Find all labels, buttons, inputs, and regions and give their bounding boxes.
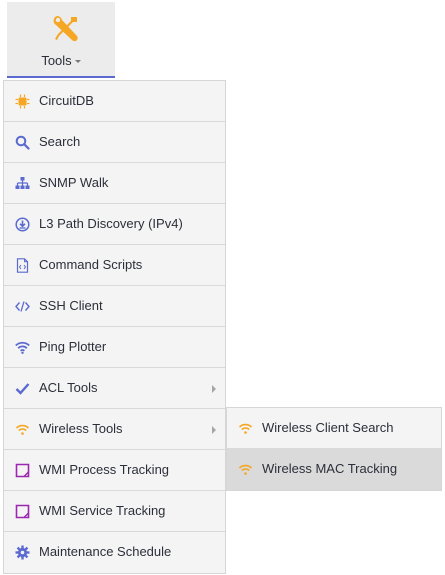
menu-item-label: Wireless Tools (39, 421, 123, 436)
menu-item-label: WMI Service Tracking (39, 503, 166, 518)
tools-menu-button[interactable]: Tools (7, 2, 115, 78)
menu-item-l3-path-discovery[interactable]: L3 Path Discovery (IPv4) (4, 204, 225, 245)
menu-item-label: CircuitDB (39, 93, 94, 108)
script-file-icon (15, 258, 30, 273)
wireless-icon (238, 421, 253, 436)
submenu-item-wireless-client-search[interactable]: Wireless Client Search (227, 408, 441, 449)
tools-tab-label: Tools (7, 53, 115, 68)
menu-item-ssh-client[interactable]: SSH Client (4, 286, 225, 327)
download-circle-icon (15, 217, 30, 232)
menu-item-circuitdb[interactable]: CircuitDB (4, 81, 225, 122)
wireless-icon (238, 462, 253, 477)
tools-label: Tools (41, 53, 72, 68)
menu-item-label: Ping Plotter (39, 339, 107, 354)
wireless-icon (15, 422, 30, 437)
menu-item-label: Maintenance Schedule (39, 544, 172, 559)
menu-item-label: Command Scripts (39, 257, 143, 272)
wireless-tools-submenu: Wireless Client Search Wireless MAC Trac… (226, 407, 442, 491)
wmi-service-icon (15, 504, 30, 519)
chevron-right-icon (212, 385, 216, 393)
wifi-icon (15, 340, 30, 355)
menu-item-command-scripts[interactable]: Command Scripts (4, 245, 225, 286)
caret-down-icon (74, 60, 81, 64)
submenu-item-wireless-mac-tracking[interactable]: Wireless MAC Tracking (227, 449, 441, 490)
menu-item-acl-tools[interactable]: ACL Tools (4, 368, 225, 409)
code-icon (15, 299, 30, 314)
menu-item-maintenance-schedule[interactable]: Maintenance Schedule (4, 532, 225, 573)
submenu-item-label: Wireless MAC Tracking (262, 461, 398, 476)
check-icon (15, 381, 30, 396)
menu-item-label: SNMP Walk (39, 175, 109, 190)
menu-item-label: Search (39, 134, 81, 149)
submenu-item-label: Wireless Client Search (262, 420, 394, 435)
search-icon (15, 135, 30, 150)
menu-item-label: L3 Path Discovery (IPv4) (39, 216, 183, 231)
chip-icon (15, 94, 30, 109)
tools-dropdown-menu: CircuitDB Search SNMP Walk L3 Path Disco… (3, 80, 226, 574)
menu-item-label: SSH Client (39, 298, 103, 313)
menu-item-snmp-walk[interactable]: SNMP Walk (4, 163, 225, 204)
gear-icon (15, 545, 30, 560)
wmi-process-icon (15, 463, 30, 478)
menu-item-ping-plotter[interactable]: Ping Plotter (4, 327, 225, 368)
menu-item-label: ACL Tools (39, 380, 98, 395)
chevron-right-icon (212, 426, 216, 434)
menu-item-search[interactable]: Search (4, 122, 225, 163)
menu-item-wmi-service-tracking[interactable]: WMI Service Tracking (4, 491, 225, 532)
menu-item-label: WMI Process Tracking (39, 462, 170, 477)
menu-item-wmi-process-tracking[interactable]: WMI Process Tracking (4, 450, 225, 491)
tools-icon (51, 13, 81, 43)
menu-item-wireless-tools[interactable]: Wireless Tools (4, 409, 225, 450)
hierarchy-icon (15, 176, 30, 191)
